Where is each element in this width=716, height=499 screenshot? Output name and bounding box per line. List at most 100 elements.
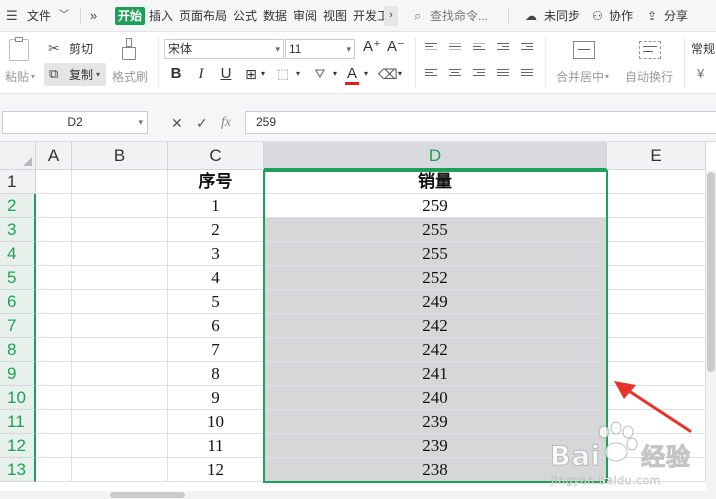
cell-a1[interactable]: [36, 170, 72, 194]
cell-a10[interactable]: [36, 386, 72, 410]
paste-button[interactable]: 粘贴: [5, 69, 29, 85]
tab-insert[interactable]: 插入: [149, 7, 173, 25]
clear-dropdown-icon[interactable]: ▾: [395, 65, 405, 83]
name-box[interactable]: D2 ▾: [2, 111, 148, 134]
cell-e3[interactable]: [607, 218, 706, 242]
font-grow-icon[interactable]: A⁺: [363, 39, 381, 55]
fill-pattern-dropdown-icon[interactable]: ▾: [293, 65, 303, 83]
cell-e4[interactable]: [607, 242, 706, 266]
fill-color-dropdown-icon[interactable]: ▾: [330, 65, 340, 83]
row-header-1[interactable]: 1: [0, 170, 36, 194]
row-header-2[interactable]: 2: [0, 194, 36, 218]
font-name-select[interactable]: 宋体 ▾: [164, 39, 284, 59]
cell-a9[interactable]: [36, 362, 72, 386]
borders-dropdown-icon[interactable]: ▾: [258, 65, 268, 83]
row-header-13[interactable]: 13: [0, 458, 36, 482]
align-top-icon[interactable]: [425, 43, 437, 52]
column-header-e[interactable]: E: [607, 142, 706, 170]
cell-b1[interactable]: [72, 170, 168, 194]
format-painter-button[interactable]: 格式刷: [112, 69, 148, 85]
cell-b11[interactable]: [72, 410, 168, 434]
cell-c11[interactable]: 10: [168, 410, 264, 434]
cell-c3[interactable]: 2: [168, 218, 264, 242]
cell-c13[interactable]: 12: [168, 458, 264, 482]
cell-d6[interactable]: 249: [264, 290, 607, 314]
cell-a7[interactable]: [36, 314, 72, 338]
cell-d4[interactable]: 255: [264, 242, 607, 266]
confirm-check-icon[interactable]: ✓: [196, 113, 208, 133]
cell-c12[interactable]: 11: [168, 434, 264, 458]
cell-b8[interactable]: [72, 338, 168, 362]
vertical-scrollbar-thumb[interactable]: [707, 172, 715, 372]
column-header-d[interactable]: D: [264, 142, 607, 170]
bold-button[interactable]: B: [168, 65, 184, 83]
cell-d2[interactable]: 259: [264, 194, 607, 218]
share-button[interactable]: 分享: [664, 7, 688, 25]
cell-c10[interactable]: 9: [168, 386, 264, 410]
cancel-icon[interactable]: ✕: [171, 113, 183, 133]
cell-b10[interactable]: [72, 386, 168, 410]
align-center-icon[interactable]: [449, 69, 461, 78]
tabs-scroll-right-icon[interactable]: ›: [384, 6, 398, 26]
cell-c4[interactable]: 3: [168, 242, 264, 266]
cell-c5[interactable]: 4: [168, 266, 264, 290]
cell-b5[interactable]: [72, 266, 168, 290]
tab-review[interactable]: 审阅: [293, 7, 317, 25]
cell-e5[interactable]: [607, 266, 706, 290]
cell-a11[interactable]: [36, 410, 72, 434]
cell-c9[interactable]: 8: [168, 362, 264, 386]
italic-button[interactable]: I: [194, 65, 208, 83]
merge-center-button[interactable]: 合并居中: [556, 69, 604, 85]
distributed-align-icon[interactable]: [521, 69, 533, 78]
row-header-10[interactable]: 10: [0, 386, 36, 410]
chevron-down-icon[interactable]: ﹀: [59, 7, 69, 25]
row-header-11[interactable]: 11: [0, 410, 36, 434]
justify-icon[interactable]: [497, 69, 509, 78]
wrap-text-icon[interactable]: [639, 41, 661, 59]
cell-a5[interactable]: [36, 266, 72, 290]
increase-indent-icon[interactable]: [521, 43, 533, 52]
formula-input[interactable]: 259: [245, 111, 716, 134]
cell-d8[interactable]: 242: [264, 338, 607, 362]
tab-developer[interactable]: 开发工: [353, 7, 384, 25]
font-color-dropdown-icon[interactable]: ▾: [361, 65, 371, 83]
menu-file[interactable]: 文件: [27, 7, 51, 25]
cell-b12[interactable]: [72, 434, 168, 458]
row-header-6[interactable]: 6: [0, 290, 36, 314]
cell-b3[interactable]: [72, 218, 168, 242]
align-middle-icon[interactable]: [449, 43, 461, 52]
row-header-9[interactable]: 9: [0, 362, 36, 386]
copy-dropdown-icon[interactable]: ▾: [96, 67, 100, 83]
tab-formulas[interactable]: 公式: [233, 7, 257, 25]
cell-b4[interactable]: [72, 242, 168, 266]
currency-format-icon[interactable]: ¥: [697, 66, 704, 82]
align-left-icon[interactable]: [425, 69, 437, 78]
merge-dropdown-icon[interactable]: ▾: [605, 69, 609, 85]
cell-b13[interactable]: [72, 458, 168, 482]
column-header-a[interactable]: A: [36, 142, 72, 170]
cell-c2[interactable]: 1: [168, 194, 264, 218]
cell-d10[interactable]: 240: [264, 386, 607, 410]
command-search[interactable]: 查找命令...: [430, 7, 488, 25]
cell-c1[interactable]: 序号: [168, 170, 264, 194]
cell-a8[interactable]: [36, 338, 72, 362]
cell-a12[interactable]: [36, 434, 72, 458]
decrease-indent-icon[interactable]: [497, 43, 509, 52]
row-header-8[interactable]: 8: [0, 338, 36, 362]
cell-d9[interactable]: 241: [264, 362, 607, 386]
row-header-5[interactable]: 5: [0, 266, 36, 290]
copy-button[interactable]: 复制: [69, 67, 93, 83]
sync-status[interactable]: 未同步: [544, 7, 580, 25]
format-painter-brush-icon[interactable]: [121, 38, 137, 62]
cell-b2[interactable]: [72, 194, 168, 218]
double-chevron-right-icon[interactable]: »: [90, 7, 97, 25]
cell-b7[interactable]: [72, 314, 168, 338]
cell-e2[interactable]: [607, 194, 706, 218]
cut-button[interactable]: 剪切: [69, 41, 93, 57]
select-all-corner[interactable]: [0, 142, 36, 170]
align-bottom-icon[interactable]: [473, 43, 485, 52]
paste-dropdown-icon[interactable]: ▾: [31, 69, 35, 85]
cell-a13[interactable]: [36, 458, 72, 482]
font-shrink-icon[interactable]: A⁻: [387, 39, 405, 55]
font-size-select[interactable]: 11 ▾: [285, 39, 355, 59]
